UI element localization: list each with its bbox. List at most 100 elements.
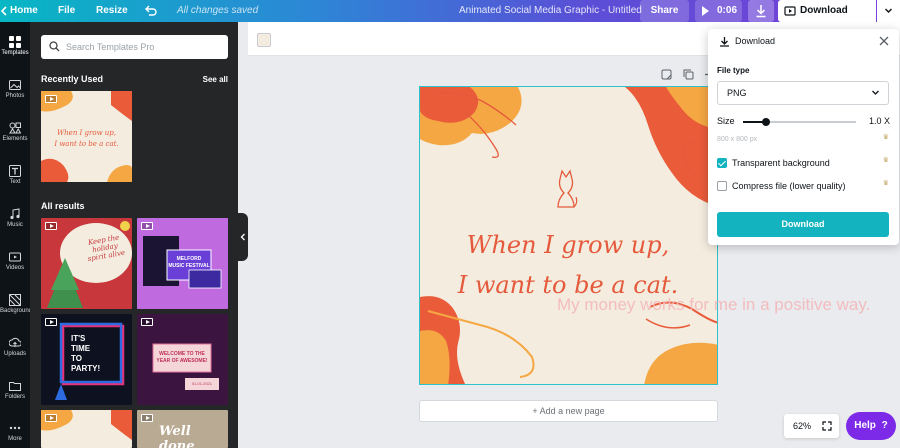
see-all-link[interactable]: See all bbox=[203, 75, 228, 84]
resize-button[interactable]: Resize bbox=[96, 0, 128, 22]
uploads-icon bbox=[9, 337, 21, 347]
canvas-text-line1[interactable]: When I grow up, bbox=[420, 225, 716, 265]
search-placeholder: Search Templates Pro bbox=[66, 42, 155, 52]
file-type-value: PNG bbox=[727, 88, 747, 98]
video-badge-icon bbox=[45, 222, 57, 230]
close-icon[interactable] bbox=[879, 36, 889, 46]
save-status: All changes saved bbox=[177, 5, 259, 16]
thumb-text: I want to be a cat. bbox=[54, 140, 119, 148]
zoom-control[interactable]: 62% bbox=[784, 414, 839, 438]
notes-icon[interactable] bbox=[661, 69, 672, 83]
size-unit: X bbox=[884, 116, 891, 126]
rail-photos[interactable]: Photos bbox=[0, 79, 30, 99]
document-title[interactable]: Animated Social Media Graphic - Untitled bbox=[459, 0, 642, 22]
template-thumb-cat-2[interactable] bbox=[41, 410, 132, 448]
more-icon bbox=[9, 426, 21, 430]
add-new-page-button[interactable]: + Add a new page bbox=[419, 400, 718, 422]
background-color-swatch[interactable] bbox=[257, 33, 271, 47]
play-icon bbox=[702, 6, 709, 16]
thumb-text: WELCOME TO THE bbox=[159, 351, 205, 357]
all-results-heading: All results bbox=[41, 201, 85, 211]
undo-icon[interactable] bbox=[144, 0, 158, 22]
template-thumb-recent[interactable]: When I grow up, I want to be a cat. bbox=[41, 91, 132, 182]
template-thumb-holiday[interactable]: Keep the holiday spirit alive bbox=[41, 218, 132, 309]
template-thumb-party[interactable]: IT'S TIME TO PARTY! bbox=[41, 314, 132, 405]
folders-icon bbox=[9, 382, 21, 391]
chevron-left-icon[interactable] bbox=[0, 0, 10, 22]
compress-file-label: Compress file (lower quality) bbox=[732, 181, 846, 191]
templates-panel: Search Templates Pro Recently Used See a… bbox=[30, 22, 238, 448]
text-icon bbox=[9, 165, 21, 177]
fullscreen-icon[interactable] bbox=[822, 421, 832, 431]
thumb-text: TIME bbox=[71, 344, 91, 353]
rail-folders[interactable]: Folders bbox=[0, 380, 30, 400]
chevron-down-icon[interactable] bbox=[877, 0, 900, 22]
side-rail: Templates Photos Elements Text Music Vid… bbox=[0, 22, 33, 448]
thumb-text: PARTY! bbox=[71, 364, 101, 373]
thumb-text: MUSIC FESTIVAL bbox=[168, 263, 210, 269]
cat-icon bbox=[557, 169, 578, 208]
size-value[interactable]: 1.0 bbox=[869, 116, 882, 126]
question-icon: ? bbox=[881, 420, 888, 431]
size-label: Size bbox=[717, 116, 735, 126]
search-icon bbox=[49, 41, 60, 52]
rail-label: Videos bbox=[5, 265, 25, 271]
video-badge-icon bbox=[141, 318, 153, 326]
collapse-panel-handle[interactable] bbox=[238, 213, 248, 261]
play-button[interactable]: 0:06 bbox=[695, 0, 742, 22]
help-button[interactable]: Help ? bbox=[846, 412, 896, 440]
video-badge-icon bbox=[45, 318, 57, 326]
transparent-background-checkbox[interactable] bbox=[717, 158, 727, 168]
video-icon bbox=[784, 6, 796, 16]
size-slider-handle[interactable] bbox=[762, 118, 770, 126]
search-input[interactable]: Search Templates Pro bbox=[41, 35, 228, 59]
template-thumb-welldone[interactable]: Well done bbox=[137, 410, 228, 448]
top-bar: Home File Resize All changes saved Anima… bbox=[0, 0, 900, 38]
rail-background[interactable]: Background bbox=[0, 294, 33, 314]
rail-text[interactable]: Text bbox=[0, 165, 30, 185]
file-type-select[interactable]: PNG bbox=[717, 81, 889, 105]
download-panel-title: Download bbox=[735, 36, 776, 46]
videos-icon bbox=[9, 252, 21, 262]
zoom-level: 62% bbox=[793, 421, 812, 431]
video-badge-icon bbox=[141, 414, 153, 422]
rail-videos[interactable]: Videos bbox=[0, 251, 30, 271]
duplicate-page-icon[interactable] bbox=[683, 69, 694, 83]
thumb-text: MELFORD bbox=[176, 256, 202, 262]
help-label: Help bbox=[854, 420, 876, 431]
rail-music[interactable]: Music bbox=[0, 208, 30, 228]
file-menu[interactable]: File bbox=[58, 0, 75, 22]
home-button[interactable]: Home bbox=[10, 0, 38, 22]
download-video-button[interactable]: Download Video bbox=[778, 0, 876, 38]
crown-icon: ♛ bbox=[882, 180, 889, 187]
rail-uploads[interactable]: Uploads bbox=[0, 337, 30, 357]
rail-label: Background bbox=[0, 308, 33, 314]
elements-icon bbox=[9, 122, 21, 134]
dimensions-text: 800 x 800 px bbox=[717, 136, 758, 143]
crown-icon: ♛ bbox=[882, 157, 889, 164]
thumb-text: 01.01.2021 bbox=[191, 381, 213, 386]
background-icon bbox=[9, 294, 21, 306]
download-icon bbox=[720, 37, 729, 47]
rail-templates[interactable]: Templates bbox=[0, 36, 30, 56]
thumb-text: IT'S bbox=[71, 334, 86, 343]
thumb-art bbox=[47, 221, 132, 308]
rail-label: Uploads bbox=[3, 351, 26, 357]
transparent-background-label: Transparent background bbox=[732, 158, 830, 168]
design-canvas[interactable]: When I grow up, I want to be a cat. bbox=[419, 86, 718, 385]
compress-file-checkbox[interactable] bbox=[717, 181, 727, 191]
rail-label: Text bbox=[9, 179, 21, 185]
share-button[interactable]: Share bbox=[640, 0, 689, 22]
overlay-text: My money works for me in a positive way. bbox=[557, 295, 871, 314]
download-button[interactable]: Download bbox=[717, 212, 889, 237]
template-thumb-festival[interactable]: MELFORD MUSIC FESTIVAL bbox=[137, 218, 228, 309]
rail-more[interactable]: More bbox=[0, 422, 30, 442]
photos-icon bbox=[9, 80, 21, 90]
rail-label: Photos bbox=[5, 93, 25, 99]
duration-label: 0:06 bbox=[717, 5, 738, 16]
thumb-text: Well done bbox=[159, 424, 195, 448]
template-thumb-awesome[interactable]: WELCOME TO THE YEAR OF AWESOME! 01.01.20… bbox=[137, 314, 228, 405]
download-icon[interactable] bbox=[748, 0, 774, 22]
video-badge-icon bbox=[45, 95, 57, 103]
rail-elements[interactable]: Elements bbox=[0, 122, 30, 142]
